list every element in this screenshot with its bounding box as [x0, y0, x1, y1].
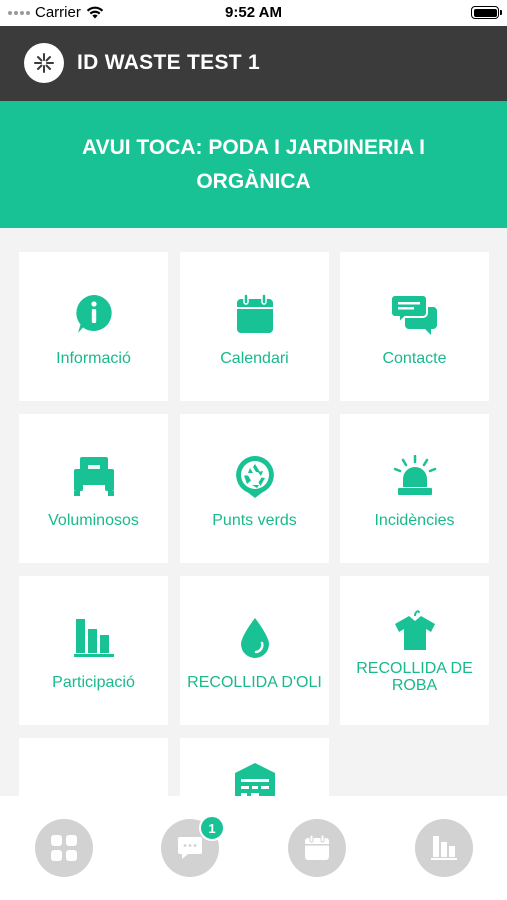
tile-contacte[interactable]: Contacte	[340, 252, 489, 401]
recycle-pin-icon	[231, 452, 279, 500]
logo-icon	[34, 53, 54, 73]
armchair-icon	[70, 452, 118, 500]
tile-label: Informació	[56, 350, 131, 367]
calendar-icon	[305, 834, 329, 860]
siren-icon	[391, 452, 439, 500]
collection-banner: AVUI TOCA: PODA I JARDINERIA I ORGÀNICA	[0, 101, 507, 228]
tile-label: Participació	[52, 674, 135, 691]
chat-bubble-icon	[178, 837, 202, 859]
app-title: ID WASTE TEST 1	[77, 51, 261, 74]
tile-calendari[interactable]: Calendari	[180, 252, 329, 401]
tile-label: Contacte	[382, 350, 447, 367]
tile-punts-verds[interactable]: Punts verds	[180, 414, 329, 563]
tile-label: RECOLLIDA DE ROBA	[356, 660, 473, 694]
bar-chart-icon	[70, 614, 118, 662]
tab-bar: 1	[0, 796, 507, 900]
tile-incidencies[interactable]: Incidències	[340, 414, 489, 563]
tile-label: Incidències	[374, 512, 455, 529]
tile-informacio[interactable]: Informació	[19, 252, 168, 401]
tile-voluminosos[interactable]: Voluminosos	[19, 414, 168, 563]
status-time: 9:52 AM	[225, 4, 282, 21]
app-screen: Carrier 9:52 AM ID WASTE TEST 1 AVUI TOC…	[0, 0, 507, 900]
tile-label: RECOLLIDA D'OLI	[187, 674, 322, 691]
battery-icon	[471, 6, 502, 19]
tile-recollida-oli[interactable]: RECOLLIDA D'OLI	[180, 576, 329, 725]
grid-icon	[51, 835, 77, 861]
tile-participacio[interactable]: Participació	[19, 576, 168, 725]
tile-label: Voluminosos	[48, 512, 139, 529]
app-header: ID WASTE TEST 1	[0, 26, 507, 101]
banner-text: AVUI TOCA: PODA I JARDINERIA I ORGÀNICA	[81, 135, 426, 193]
tab-calendar[interactable]	[288, 819, 346, 877]
tile-label: Calendari	[220, 350, 289, 367]
app-logo	[24, 43, 64, 83]
notification-badge: 1	[199, 815, 225, 841]
info-icon	[70, 290, 118, 338]
bar-chart-icon	[431, 836, 457, 860]
tab-home[interactable]	[35, 819, 93, 877]
status-bar: Carrier 9:52 AM	[0, 0, 507, 26]
tile-label: Punts verds	[212, 512, 297, 529]
tab-messages[interactable]: 1	[161, 815, 225, 877]
tile-recollida-roba[interactable]: RECOLLIDA DE ROBA	[340, 576, 489, 725]
calendar-icon	[231, 290, 279, 338]
shirt-icon	[391, 606, 439, 654]
chat-icon	[390, 290, 439, 338]
tab-stats[interactable]	[415, 819, 473, 877]
oil-drop-icon	[231, 614, 279, 662]
